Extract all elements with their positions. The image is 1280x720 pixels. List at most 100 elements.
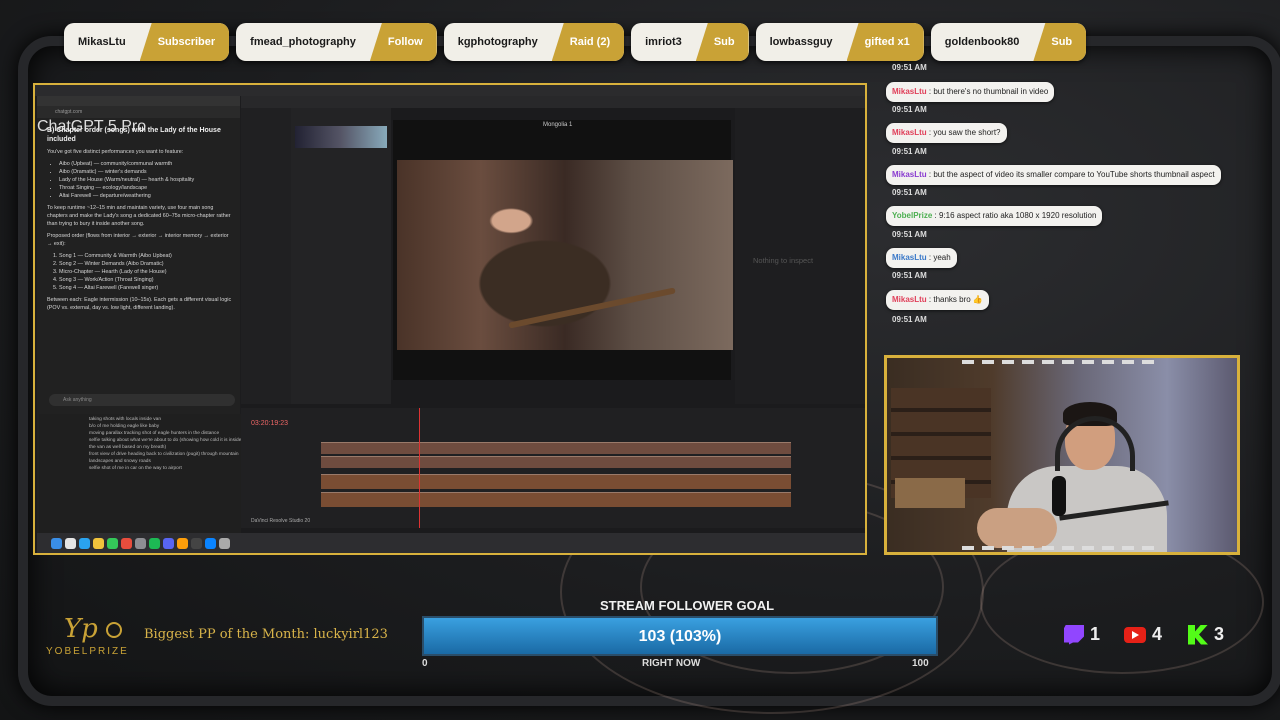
webcam-border-dash [962,360,1162,364]
chat-message: MikasLtu : thanks bro 👍 [886,290,989,310]
twitch-count: 1 [1090,624,1101,644]
event-username: MikasLtu [78,36,126,48]
list-item: Altai Farewell — departure/weathering [59,192,232,200]
pp-banner: Biggest PP of the Month: luckyirl123 [144,627,388,642]
app-label: DaVinci Resolve Studio 20 [251,518,311,524]
chessboard [895,478,965,508]
note-item: front view of drive heading back to civi… [89,452,239,464]
chat-message: MikasLtu : but the aspect of video its s… [886,165,1221,185]
list-item: Throat Singing — ecology/landscape [59,184,232,192]
chat-text: but there's no thumbnail in video [933,87,1049,96]
twitch-icon [1064,624,1084,645]
chat-timestamp: 09:51 AM [892,188,927,197]
address-bar[interactable]: chatgpt.com [37,106,240,118]
feature-list: Aibo (Upbeat) — community/communal warmt… [47,160,232,200]
chat-message: MikasLtu : you saw the short? [886,123,1007,143]
chat-username: MikasLtu [892,87,927,96]
timecode: 03:20:19:23 [251,420,288,427]
microphone-icon [1052,476,1066,516]
media-pool-bins[interactable] [241,108,291,404]
event-username: imriot3 [645,36,682,48]
event-alert: fmead_photography Follow [236,23,437,61]
chat-username: MikasLtu [892,128,927,137]
kick-count: 3 [1214,624,1225,644]
chat-timestamp: 09:51 AM [892,147,927,156]
chat-text: yeah [933,253,951,262]
goal-sub-label: RIGHT NOW [642,658,701,669]
chat-message: YobelPrize : 9:16 aspect ratio aka 1080 … [886,206,1103,226]
event-alert: imriot3 Sub [631,23,749,61]
chat-username: MikasLtu [892,295,927,304]
media-pool-clips[interactable] [291,108,391,404]
discord-icon[interactable] [163,537,174,549]
event-type: Sub [1033,23,1087,61]
inspector-empty-label: Nothing to inspect [753,256,814,265]
chat-message: MikasLtu : yeah [886,248,957,268]
browser-tab-bar[interactable] [37,96,240,106]
video-track[interactable] [321,442,791,454]
chat-timestamp: 09:51 AM [892,63,927,72]
screen-capture: chatgpt.com B) Chapter order (songs) wit… [33,83,867,555]
note-item: selfie shot of me in car on the way to a… [89,466,182,471]
launchpad-icon[interactable] [65,537,76,549]
playhead[interactable] [419,408,420,528]
note-item: selfie talking about what we're about to… [89,438,242,450]
davinci-resolve-window: Mongolia 1 Nothing to inspect 03:20:19:2… [241,96,865,533]
appstore-icon[interactable] [205,537,216,549]
clip-thumbnail[interactable] [295,126,387,148]
response-text: You've got five distinct performances yo… [47,149,184,155]
webcam-feed [884,355,1240,555]
event-username: kgphotography [457,36,538,48]
follower-goal-bar: 103 (103%) [422,616,938,656]
chat-message: MikasLtu : but there's no thumbnail in v… [886,82,1055,102]
chat-timestamp: 09:51 AM [892,230,927,239]
musician-instrument [508,287,676,329]
event-alert: kgphotography Raid (2) [443,23,625,61]
event-type: Sub [695,23,749,61]
audio-track[interactable] [321,492,791,507]
finder-icon[interactable] [51,537,62,549]
goal-max-label: 100 [912,658,929,669]
browser-window: chatgpt.com B) Chapter order (songs) wit… [37,96,242,534]
spotify-icon[interactable] [149,537,160,549]
recent-events-bar: MikasLtu Subscriber fmead_photography Fo… [64,23,1087,61]
youtube-icon [1124,626,1146,643]
note-item: moving parallax tracking shot of eagle h… [89,431,220,436]
webcam-border-dash [962,546,1162,550]
settings-icon[interactable] [135,537,146,549]
messages-icon[interactable] [107,537,118,549]
goal-count: 103 (103%) [638,628,722,645]
video-track[interactable] [321,456,791,468]
note-item: b/o of me holding eagle like baby [89,424,160,429]
safari-icon[interactable] [79,537,90,549]
chat-username: MikasLtu [892,170,927,179]
resolve-toolbar[interactable] [241,96,865,108]
timeline-panel[interactable]: 03:20:19:23 DaVinci Resolve Studio 20 [241,408,865,528]
streamer-arm [977,508,1057,548]
prompt-input[interactable]: Ask anything [49,394,235,406]
audio-track[interactable] [321,474,791,489]
response-text: Proposed order (flows from interior → ex… [47,233,229,247]
event-type: Raid (2) [551,23,625,61]
photos-icon[interactable] [177,537,188,549]
kick-icon [1188,624,1208,645]
list-item: Lady of the House (Warm/neutral) — heart… [59,176,232,184]
event-alert: goldenbook80 Sub [930,23,1087,61]
event-type: Follow [369,23,437,61]
chat-username: YobelPrize [892,211,933,220]
chat-username: MikasLtu [892,253,927,262]
chat-timestamp: 09:51 AM [892,271,927,280]
list-item: Aibo (Dramatic) — winter's demands [59,168,232,176]
chatgpt-conversation: B) Chapter order (songs) with the Lady o… [47,126,232,316]
youtube-stat: 4 [1124,624,1162,645]
list-item: Song 3 — Work/Action (Throat Singing) [59,276,232,284]
event-alert: lowbassguy gifted x1 [755,23,924,61]
chrome-icon[interactable] [93,537,104,549]
event-username: goldenbook80 [944,36,1020,48]
calendar-icon[interactable] [121,537,132,549]
trash-icon[interactable] [219,537,230,549]
resolve-icon[interactable] [191,537,202,549]
list-item: Micro-Chapter — Hearth (Lady of the Hous… [59,268,232,276]
chat-text: you saw the short? [933,128,1001,137]
chat-timestamp: 09:51 AM [892,105,927,114]
